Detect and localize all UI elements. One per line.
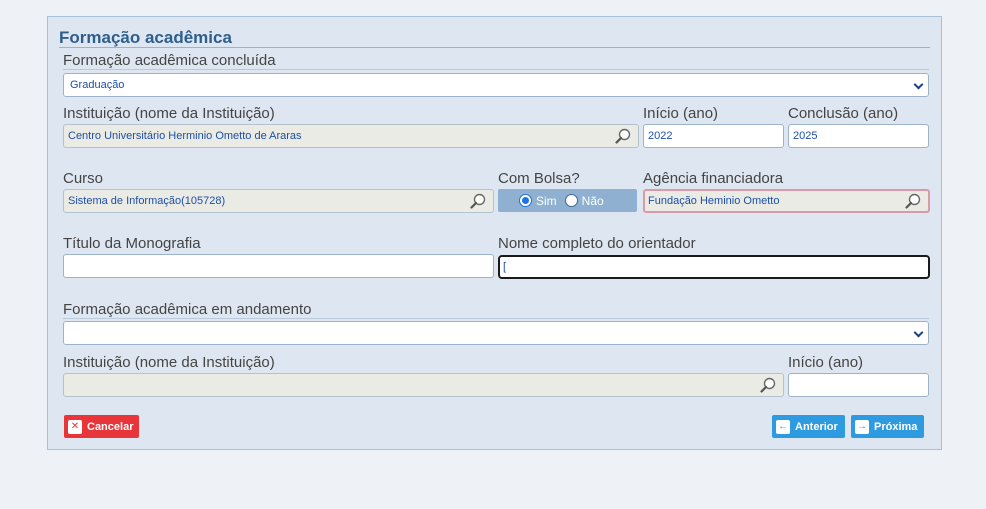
scholarship-yes-radio[interactable] — [519, 194, 532, 207]
scholarship-no-label[interactable]: Não — [582, 194, 604, 208]
academic-form-panel: Formação acadêmica Formação acadêmica co… — [47, 16, 942, 450]
end-year-field[interactable]: 2025 — [788, 124, 929, 148]
advisor-field[interactable]: [ — [498, 255, 930, 279]
search-icon[interactable] — [760, 377, 776, 393]
ongoing-divider — [63, 318, 929, 319]
next-button[interactable]: → Próxima — [851, 415, 924, 438]
search-icon[interactable] — [470, 193, 486, 209]
scholarship-radio-group: Sim Não — [498, 189, 637, 212]
close-icon: ✕ — [68, 419, 82, 434]
ongoing-institution-label: Instituição (nome da Instituição) — [63, 354, 275, 371]
concluded-label: Formação acadêmica concluída — [63, 52, 276, 69]
arrow-right-icon: → — [855, 419, 869, 434]
section-title: Formação acadêmica — [59, 28, 232, 47]
previous-button-label: Anterior — [795, 420, 838, 433]
institution-field[interactable]: Centro Universitário Herminio Ometto de … — [63, 124, 639, 148]
agency-value: Fundação Heminio Ometto — [648, 195, 780, 207]
ongoing-start-year-field[interactable] — [788, 373, 929, 397]
chevron-down-icon — [913, 327, 924, 338]
start-year-label: Início (ano) — [643, 105, 719, 122]
ongoing-institution-field[interactable] — [63, 373, 784, 397]
end-year-label: Conclusão (ano) — [788, 105, 899, 122]
previous-button[interactable]: ← Anterior — [772, 415, 845, 438]
thesis-title-field[interactable] — [63, 254, 494, 278]
course-value: Sistema de Informação(105728) — [68, 195, 226, 207]
search-icon[interactable] — [905, 193, 921, 209]
next-button-label: Próxima — [874, 420, 918, 433]
agency-label: Agência financiadora — [643, 170, 784, 187]
start-year-field[interactable]: 2022 — [643, 124, 784, 148]
advisor-label: Nome completo do orientador — [498, 235, 696, 252]
cancel-button-label: Cancelar — [87, 420, 134, 433]
ongoing-start-year-label: Início (ano) — [788, 354, 864, 371]
chevron-down-icon — [913, 79, 924, 90]
scholarship-yes-label[interactable]: Sim — [536, 194, 557, 208]
scholarship-no-radio[interactable] — [564, 194, 578, 207]
concluded-divider — [63, 69, 929, 70]
course-field[interactable]: Sistema de Informação(105728) — [63, 189, 494, 213]
concluded-select-value: Graduação — [70, 79, 125, 91]
concluded-select[interactable]: Graduação — [63, 73, 929, 97]
course-label: Curso — [63, 170, 104, 187]
search-icon[interactable] — [615, 128, 631, 144]
agency-field[interactable]: Fundação Heminio Ometto — [643, 189, 930, 213]
arrow-left-icon: ← — [776, 419, 790, 434]
institution-label: Instituição (nome da Instituição) — [63, 105, 275, 122]
cancel-button[interactable]: ✕ Cancelar — [64, 415, 139, 438]
institution-value: Centro Universitário Herminio Ometto de … — [68, 130, 302, 142]
ongoing-label: Formação acadêmica em andamento — [63, 301, 312, 318]
thesis-title-label: Título da Monografia — [63, 235, 201, 252]
scholarship-label: Com Bolsa? — [498, 170, 580, 187]
title-divider — [59, 47, 930, 48]
ongoing-select[interactable] — [63, 321, 929, 345]
